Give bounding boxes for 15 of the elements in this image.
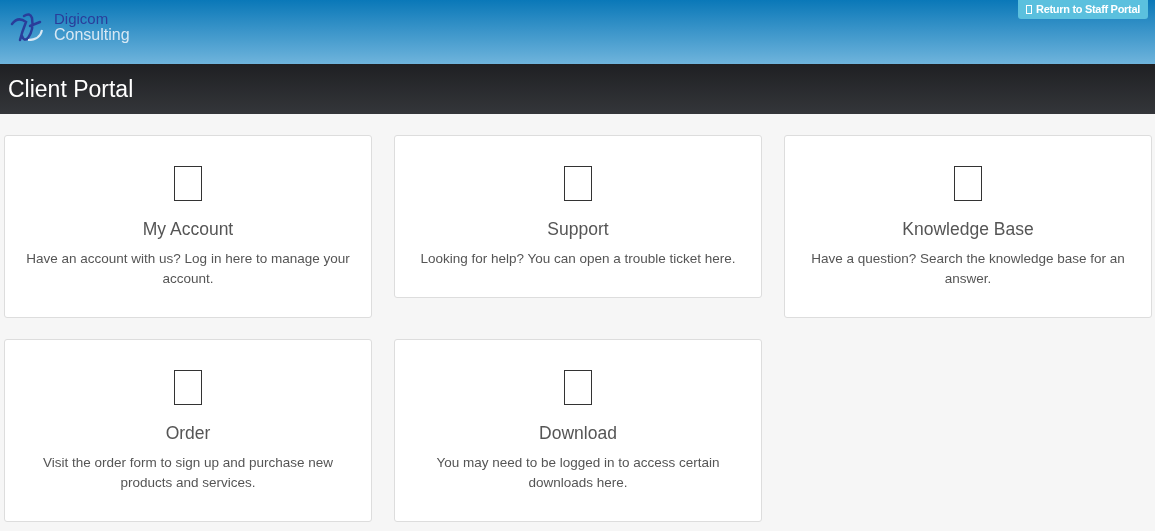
portal-card[interactable]: Support Looking for help? You can open a trouble ticket here. <box>394 135 762 298</box>
portal-card[interactable]: Download You may need to be logged in to access certain downloads here. <box>394 339 762 522</box>
portal-card[interactable]: Order Visit the order form to sign up and purchase new products and services. <box>4 339 372 522</box>
missing-glyph-icon <box>174 370 202 405</box>
missing-glyph-icon <box>564 370 592 405</box>
missing-glyph-icon <box>954 166 982 201</box>
logo-icon <box>10 10 44 44</box>
portal-card[interactable]: Knowledge Base Have a question? Search the knowledge base for an answer. <box>784 135 1152 318</box>
portal-card[interactable]: My Account Have an account with us? Log in here to manage your account. <box>4 135 372 318</box>
logo-text: Digicom <box>53 11 109 27</box>
missing-glyph-icon <box>1026 4 1032 14</box>
logo-text: Consulting <box>53 27 130 43</box>
missing-glyph-icon <box>174 166 202 201</box>
page-title: Client Portal <box>8 75 134 103</box>
missing-glyph-icon <box>564 166 592 201</box>
